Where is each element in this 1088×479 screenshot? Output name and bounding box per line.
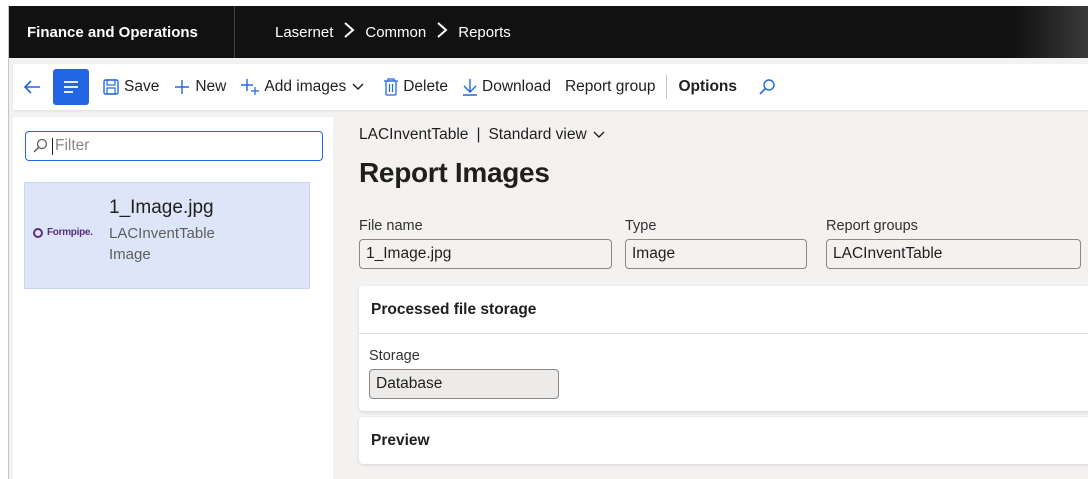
report-group-button[interactable]: Report group	[558, 64, 662, 110]
type-input[interactable]: Image	[625, 239, 807, 269]
list-item-subtitle: LACInventTable	[109, 225, 215, 242]
preview-header[interactable]: Preview	[359, 417, 1088, 464]
app-title[interactable]: Finance and Operations	[9, 6, 235, 58]
list-panel: Filter Formpipe. 1_Image.jpg LACInventTa…	[13, 117, 333, 479]
options-label: Options	[678, 78, 738, 95]
list-item-title: 1_Image.jpg	[109, 197, 214, 218]
filter-placeholder: Filter	[55, 137, 90, 154]
breadcrumb-reports[interactable]: Reports	[458, 24, 511, 41]
delete-button[interactable]: Delete	[376, 64, 455, 110]
options-tab[interactable]: Options	[671, 64, 744, 110]
processed-file-storage-card: Processed file storage Storage Database	[359, 286, 1088, 411]
app-frame: Finance and Operations Lasernet Common R…	[8, 6, 1088, 479]
view-separator: |	[476, 126, 481, 143]
storage-label: Storage	[369, 348, 420, 364]
type-field: Type Image	[625, 218, 807, 269]
breadcrumb-lasernet[interactable]: Lasernet	[275, 24, 333, 41]
download-label: Download	[482, 78, 551, 95]
search-icon	[759, 79, 775, 95]
delete-label: Delete	[403, 78, 449, 95]
search-button[interactable]	[744, 64, 787, 110]
toolbar-divider	[666, 75, 668, 99]
show-list-button[interactable]	[53, 69, 89, 105]
new-button[interactable]: New	[166, 64, 233, 110]
save-label: Save	[124, 78, 160, 95]
plus-icon	[175, 80, 190, 94]
report-groups-field: Report groups LACInventTable	[826, 218, 1081, 269]
file-name-label: File name	[359, 218, 423, 234]
back-button[interactable]	[13, 64, 53, 110]
chevron-down-icon	[593, 131, 605, 138]
chevron-right-icon	[343, 21, 355, 44]
download-icon	[463, 79, 478, 96]
file-name-field: File name 1_Image.jpg	[359, 218, 612, 269]
report-groups-label: Report groups	[826, 218, 918, 234]
trash-icon	[384, 78, 399, 96]
new-label: New	[195, 78, 227, 95]
list-item[interactable]: Formpipe. 1_Image.jpg LACInventTable Ima…	[24, 182, 310, 289]
save-icon	[103, 79, 119, 95]
page-title: Report Images	[359, 157, 550, 188]
formpipe-ring-icon	[33, 227, 43, 238]
chevron-down-icon	[352, 83, 364, 90]
action-pane: Save New Add images Delete Download Repo…	[13, 64, 1088, 110]
storage-field: Storage Database	[369, 348, 559, 399]
filter-input[interactable]: Filter	[25, 131, 323, 161]
add-images-label: Add images	[264, 78, 347, 95]
preview-card: Preview	[359, 417, 1088, 464]
top-nav-bar: Finance and Operations Lasernet Common R…	[9, 6, 1088, 58]
view-name: Standard view	[488, 126, 587, 143]
save-button[interactable]: Save	[95, 64, 166, 110]
add-images-button[interactable]: Add images	[233, 64, 376, 110]
search-icon	[33, 138, 48, 153]
logo-text: Formpipe.	[47, 227, 93, 238]
processed-file-storage-header[interactable]: Processed file storage	[359, 286, 1088, 333]
breadcrumb-common[interactable]: Common	[365, 24, 426, 41]
download-button[interactable]: Download	[455, 64, 558, 110]
report-groups-input[interactable]: LACInventTable	[826, 239, 1081, 269]
details-pane: LACInventTable | Standard view Report Im…	[341, 117, 1088, 479]
view-selector[interactable]: LACInventTable | Standard view	[359, 126, 606, 144]
add-multiple-icon	[241, 79, 260, 95]
text-caret	[52, 137, 53, 155]
storage-input[interactable]: Database	[369, 369, 559, 399]
type-label: Type	[625, 218, 657, 234]
chevron-right-icon	[436, 21, 448, 44]
formpipe-logo: Formpipe.	[33, 227, 93, 238]
report-group-label: Report group	[564, 78, 656, 95]
storage-card-body: Storage Database	[359, 333, 1088, 411]
list-menu-icon	[64, 81, 78, 93]
breadcrumb: Lasernet Common Reports	[235, 21, 511, 44]
file-name-input[interactable]: 1_Image.jpg	[359, 239, 612, 269]
view-table-name: LACInventTable	[359, 126, 469, 143]
list-item-type: Image	[109, 246, 151, 263]
arrow-left-icon	[23, 80, 40, 94]
